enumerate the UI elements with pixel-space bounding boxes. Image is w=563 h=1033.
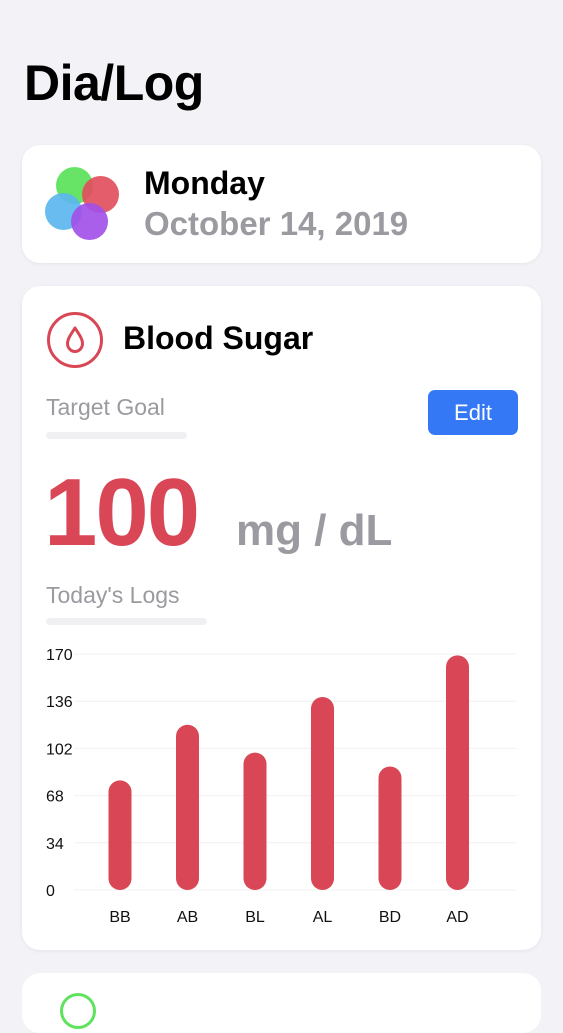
bar-bb [108,780,132,890]
blood-sugar-card: Blood Sugar Target Goal Edit 100 mg / dL… [22,286,541,950]
date-label: October 14, 2019 [144,205,409,242]
goal-value: 100 [44,459,200,566]
next-card [22,973,541,1033]
x-tick-label: BB [109,909,130,926]
edit-button[interactable]: Edit [428,390,518,435]
target-goal-label: Target Goal [46,394,165,420]
bar-ab [176,724,199,890]
y-tick-label: 136 [46,694,73,711]
next-card-icon [60,993,96,1029]
card-title: Blood Sugar [123,320,314,356]
y-tick-label: 0 [46,883,55,900]
x-tick-label: BL [245,909,265,926]
x-tick-label: AD [446,909,468,926]
app-title: Dia/Log [24,55,204,111]
bar-ad [446,655,469,890]
x-tick-label: AL [313,909,333,926]
blood-drop-icon [47,312,103,368]
date-card: Monday October 14, 2019 [22,145,541,263]
todays-logs-label: Today's Logs [46,582,180,608]
blood-sugar-chart: 0 34 68 102 136 170 BB AB BL AL BD AD [46,647,516,926]
y-tick-label: 34 [46,836,64,853]
bar-bl [243,752,267,890]
y-tick-label: 170 [46,647,73,664]
logo-purple-circle [71,203,108,240]
y-tick-label: 102 [46,741,73,758]
goal-unit: mg / dL [236,506,393,555]
day-label: Monday [144,165,265,201]
x-tick-label: BD [379,909,401,926]
bar-bd [378,766,402,890]
todays-logs-underline [46,618,207,625]
bar-al [311,697,334,890]
target-goal-underline [46,432,187,439]
y-tick-label: 68 [46,789,64,806]
x-tick-label: AB [177,909,198,926]
